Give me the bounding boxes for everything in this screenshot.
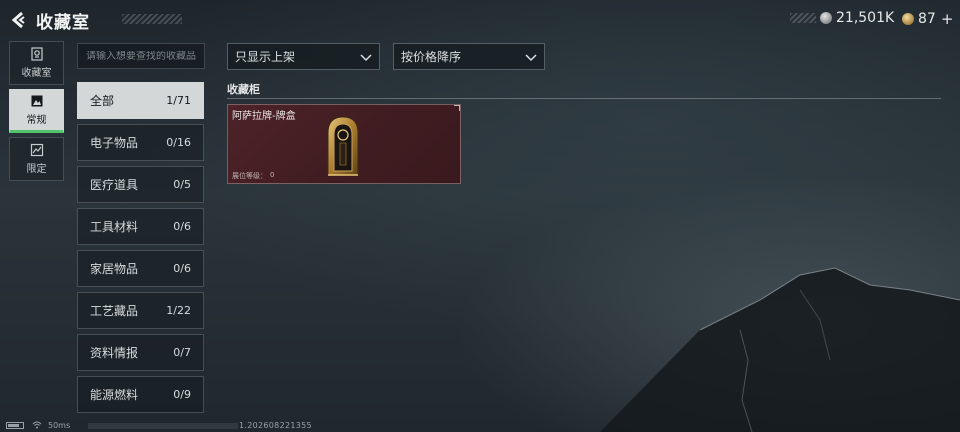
category-label: 医疗道具 — [90, 178, 139, 192]
ping-readout: 50ms — [48, 421, 71, 430]
gold-coin-icon — [902, 13, 914, 25]
shelf-filter-dropdown[interactable]: 只显示上架 — [227, 43, 380, 70]
header-bar: 收藏室 21,501K 87 + — [0, 0, 960, 40]
sort-order-value: 按价格降序 — [401, 50, 462, 64]
category-count: 0/6 — [173, 220, 191, 233]
card-level: 展位等级： 0 — [232, 171, 274, 181]
card-level-label: 展位等级： — [232, 172, 267, 180]
category-label: 能源燃料 — [90, 388, 139, 402]
category-all[interactable]: 全部 1/71 — [77, 82, 204, 119]
cabinet-title: 收藏柜 — [227, 83, 260, 96]
add-currency-button[interactable]: + — [941, 10, 954, 28]
status-footer: 50ms 1.202608221355 — [0, 420, 960, 432]
silver-coin-icon — [820, 12, 832, 24]
category-label: 全部 — [90, 94, 115, 108]
category-count: 0/7 — [173, 346, 191, 359]
category-tools[interactable]: 工具材料 0/6 — [77, 208, 204, 245]
battery-icon — [6, 422, 24, 429]
card-level-value: 0 — [270, 171, 275, 179]
category-energy[interactable]: 能源燃料 0/9 — [77, 376, 204, 413]
category-medical[interactable]: 医疗道具 0/5 — [77, 166, 204, 203]
category-label: 工艺藏品 — [90, 304, 139, 318]
gold-currency[interactable]: 87 + — [902, 10, 953, 28]
category-household[interactable]: 家居物品 0/6 — [77, 250, 204, 287]
search-box[interactable] — [77, 43, 205, 69]
category-count: 0/5 — [173, 178, 191, 191]
chevron-down-icon — [360, 53, 372, 61]
card-corner-mark — [454, 105, 460, 111]
gold-currency-amount: 87 — [918, 11, 936, 27]
build-version: 1.202608221355 — [239, 421, 312, 430]
category-count: 1/71 — [166, 94, 191, 107]
category-rail: 收藏室 常规 限定 — [9, 41, 64, 185]
title-decoration — [122, 14, 182, 24]
trophy-icon — [30, 47, 43, 61]
rail-item-label: 常规 — [26, 115, 47, 126]
category-label: 工具材料 — [90, 220, 139, 234]
redacted-bar — [88, 423, 238, 429]
category-count: 1/22 — [166, 304, 191, 317]
search-input[interactable] — [86, 50, 196, 62]
wifi-icon — [32, 421, 42, 429]
page-title: 收藏室 — [36, 13, 90, 33]
category-label: 资料情报 — [90, 346, 139, 360]
rail-item-regular[interactable]: 常规 — [9, 89, 64, 133]
back-arrow-icon — [11, 11, 25, 29]
chevron-down-icon — [525, 53, 537, 61]
shelf-filter-value: 只显示上架 — [235, 50, 296, 64]
cabinet-divider — [227, 98, 941, 99]
rail-item-label: 收藏室 — [21, 68, 52, 79]
rail-item-collection-room[interactable]: 收藏室 — [9, 41, 64, 85]
rail-item-label: 限定 — [26, 164, 47, 175]
card-item-name: 阿萨拉牌-牌盒 — [232, 111, 296, 122]
category-label: 家居物品 — [90, 262, 139, 276]
back-button[interactable] — [8, 9, 30, 31]
category-crafts[interactable]: 工艺藏品 1/22 — [77, 292, 204, 329]
silver-currency-amount: 21,501K — [836, 10, 895, 26]
category-intel[interactable]: 资料情报 0/7 — [77, 334, 204, 371]
category-count: 0/16 — [166, 136, 191, 149]
category-count: 0/9 — [173, 388, 191, 401]
collection-card[interactable]: 阿萨拉牌-牌盒 展位等级： 0 — [227, 104, 461, 184]
silver-currency[interactable]: 21,501K — [820, 10, 894, 26]
category-label: 电子物品 — [90, 136, 139, 150]
category-list: 全部 1/71 电子物品 0/16 医疗道具 0/5 工具材料 0/6 家居物品… — [77, 82, 204, 418]
category-electronics[interactable]: 电子物品 0/16 — [77, 124, 204, 161]
card-box-item-icon — [327, 116, 359, 176]
category-count: 0/6 — [173, 262, 191, 275]
sort-order-dropdown[interactable]: 按价格降序 — [393, 43, 545, 70]
picture-icon — [31, 95, 42, 107]
currency-decoration — [790, 13, 816, 23]
rail-item-limited[interactable]: 限定 — [9, 137, 64, 181]
limited-icon — [30, 143, 43, 157]
